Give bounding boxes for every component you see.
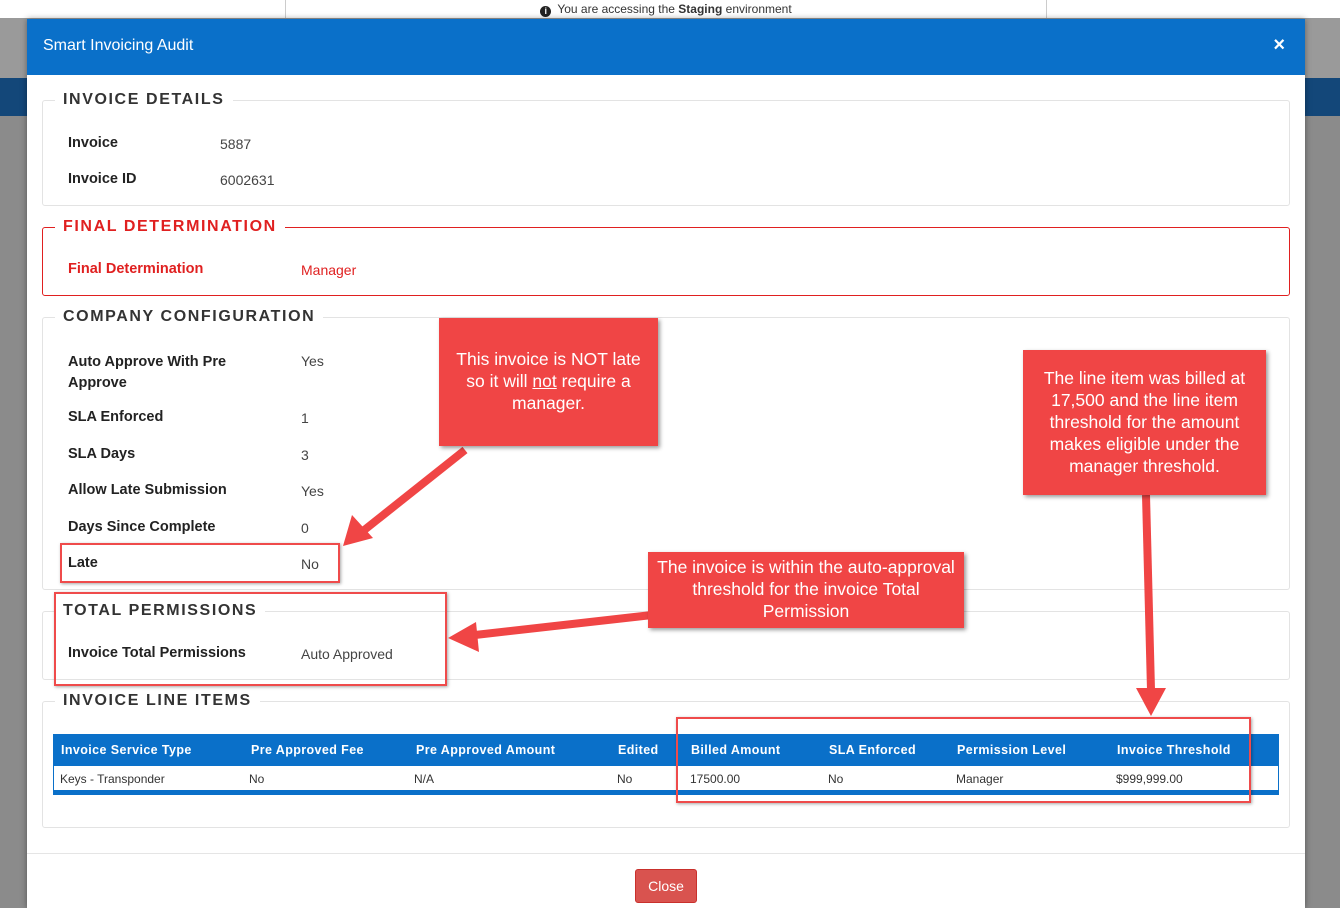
section-heading: INVOICE DETAILS bbox=[63, 91, 225, 108]
environment-banner: i You are accessing the Staging environme… bbox=[285, 0, 1047, 18]
config-label: Auto Approve With Pre Approve bbox=[68, 354, 227, 391]
column-header[interactable]: Edited bbox=[618, 743, 659, 757]
invoice-value: 5887 bbox=[220, 136, 252, 152]
invoice-id-value: 6002631 bbox=[220, 172, 275, 188]
total-permission-callout: The invoice is within the auto-approval … bbox=[648, 552, 964, 628]
invoice-id-label: Invoice ID bbox=[68, 171, 137, 187]
config-value: Yes bbox=[301, 483, 324, 499]
section-heading: FINAL DETERMINATION bbox=[63, 218, 277, 235]
total-permissions-highlight-box bbox=[54, 592, 447, 686]
column-header[interactable]: Pre Approved Amount bbox=[416, 743, 555, 757]
section-heading: INVOICE LINE ITEMS bbox=[63, 692, 252, 709]
table-cell: No bbox=[249, 772, 265, 786]
modal-header: Smart Invoicing Audit × bbox=[27, 19, 1305, 75]
section-heading: COMPANY CONFIGURATION bbox=[63, 308, 316, 325]
config-value: Yes bbox=[301, 353, 324, 369]
late-callout: This invoice is NOT late so it will not … bbox=[439, 318, 658, 446]
config-value: 1 bbox=[301, 410, 309, 426]
config-label: SLA Enforced bbox=[68, 409, 164, 425]
config-label: SLA Days bbox=[68, 446, 136, 462]
config-label: Days Since Complete bbox=[68, 519, 216, 535]
config-value: 3 bbox=[301, 447, 309, 463]
column-header[interactable]: Invoice Service Type bbox=[61, 743, 192, 757]
line-item-highlight-box bbox=[676, 717, 1251, 803]
table-cell: Keys - Transponder bbox=[60, 772, 165, 786]
invoice-label: Invoice bbox=[68, 135, 118, 151]
close-button[interactable]: Close bbox=[635, 869, 697, 903]
table-cell: No bbox=[617, 772, 633, 786]
table-cell: N/A bbox=[414, 772, 435, 786]
close-icon[interactable]: × bbox=[1273, 34, 1285, 57]
modal-footer-divider bbox=[27, 853, 1305, 854]
late-highlight-box bbox=[60, 543, 340, 583]
final-determination-value: Manager bbox=[301, 262, 357, 278]
modal-title: Smart Invoicing Audit bbox=[43, 37, 194, 54]
config-value: 0 bbox=[301, 520, 309, 536]
final-determination-label: Final Determination bbox=[68, 261, 204, 277]
config-label: Allow Late Submission bbox=[68, 482, 227, 498]
column-header[interactable]: Pre Approved Fee bbox=[251, 743, 364, 757]
line-item-callout: The line item was billed at 17,500 and t… bbox=[1023, 350, 1266, 495]
final-determination-section: FINAL DETERMINATION bbox=[42, 218, 1290, 296]
info-icon: i bbox=[540, 6, 552, 17]
